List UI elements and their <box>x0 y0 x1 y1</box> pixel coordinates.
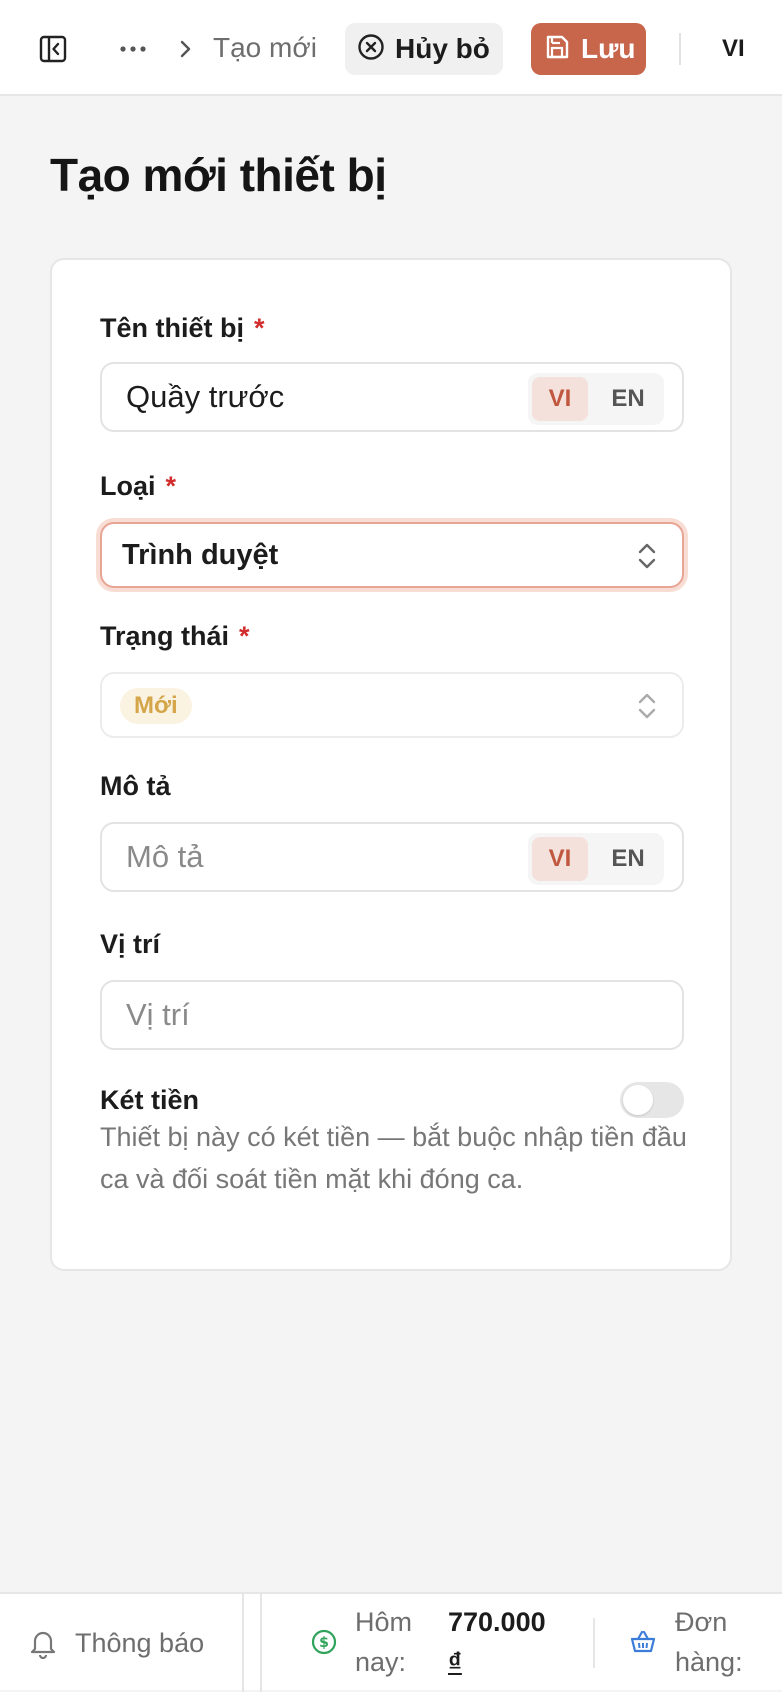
description-placeholder: Mô tả <box>126 839 204 874</box>
cash-drawer-help-text: Thiết bị này có két tiền — bắt buộc nhập… <box>100 1122 687 1194</box>
money-icon: $ <box>311 1629 337 1660</box>
location-placeholder: Vị trí <box>126 997 190 1032</box>
toggle-knob <box>623 1085 653 1115</box>
language-switcher[interactable]: VI <box>722 30 745 68</box>
description-label: Mô tả <box>100 771 171 801</box>
today-label-line1: Hôm <box>355 1607 413 1637</box>
top-bar: Tạo mới Hủy bỏ Lưu VI <box>0 0 782 96</box>
close-circle-icon <box>357 33 385 66</box>
device-name-label-text: Tên thiết bị <box>100 313 244 343</box>
device-status-label: Trạng thái * <box>100 618 250 654</box>
device-name-lang-switch: VI EN <box>528 373 664 425</box>
basket-icon <box>630 1630 656 1659</box>
description-field[interactable]: Mô tả VI EN <box>100 822 684 892</box>
orders-label-line1: Đơn <box>675 1607 728 1637</box>
save-button[interactable]: Lưu <box>531 23 646 75</box>
required-mark: * <box>165 471 177 501</box>
device-type-label-text: Loại <box>100 471 156 501</box>
device-name-label: Tên thiết bị * <box>100 310 265 346</box>
bell-icon[interactable] <box>28 1627 58 1664</box>
chevron-right-icon <box>178 34 194 64</box>
today-revenue-value: 770.000 <box>448 1607 546 1637</box>
lang-vi-button[interactable]: VI <box>532 837 588 881</box>
cancel-button-label: Hủy bỏ <box>395 33 490 64</box>
save-button-label: Lưu <box>581 33 636 64</box>
sidebar-toggle-icon[interactable] <box>38 34 68 64</box>
page-title: Tạo mới thiết bị <box>50 149 387 201</box>
description-lang-switch: VI EN <box>528 833 664 885</box>
lang-en-button[interactable]: EN <box>600 377 656 421</box>
location-field[interactable]: Vị trí <box>100 980 684 1050</box>
device-status-label-text: Trạng thái <box>100 621 230 651</box>
cash-drawer-toggle[interactable] <box>620 1082 684 1118</box>
location-label: Vị trí <box>100 929 161 959</box>
required-mark: * <box>254 313 265 343</box>
device-name-field[interactable]: Quầy trước VI EN <box>100 362 684 432</box>
today-revenue-currency: ₫ <box>448 1647 462 1677</box>
device-type-label: Loại * <box>100 468 176 504</box>
lang-en-button[interactable]: EN <box>600 837 656 881</box>
device-form-card: Tên thiết bị * Quầy trước VI EN Loại * Trì… <box>50 258 732 1271</box>
svg-text:$: $ <box>319 1635 329 1651</box>
cancel-button[interactable]: Hủy bỏ <box>345 23 503 75</box>
more-icon[interactable] <box>116 34 150 64</box>
device-status-select[interactable]: Mới <box>100 672 684 738</box>
divider <box>679 33 681 65</box>
status-badge: Mới <box>120 688 192 724</box>
divider <box>260 1594 262 1692</box>
breadcrumb-current: Tạo mới <box>213 32 317 63</box>
device-type-value: Trình duyệt <box>122 539 279 571</box>
orders-label-line2: hàng: <box>675 1647 743 1677</box>
today-label-line2: nay: <box>355 1647 407 1677</box>
save-icon <box>543 33 571 66</box>
divider <box>242 1594 244 1692</box>
bottom-status-bar: Thông báo $ Hôm nay: 770.000 ₫ Đơn hàng: <box>0 1592 782 1692</box>
chevron-up-down-icon <box>636 691 658 721</box>
required-mark: * <box>239 621 250 651</box>
divider <box>593 1618 595 1668</box>
cash-drawer-label: Két tiền <box>100 1085 200 1115</box>
chevron-up-down-icon <box>636 541 658 571</box>
notifications-label[interactable]: Thông báo <box>75 1623 204 1663</box>
device-name-value: Quầy trước <box>126 379 285 414</box>
device-type-select[interactable]: Trình duyệt <box>100 522 684 588</box>
lang-vi-button[interactable]: VI <box>532 377 588 421</box>
